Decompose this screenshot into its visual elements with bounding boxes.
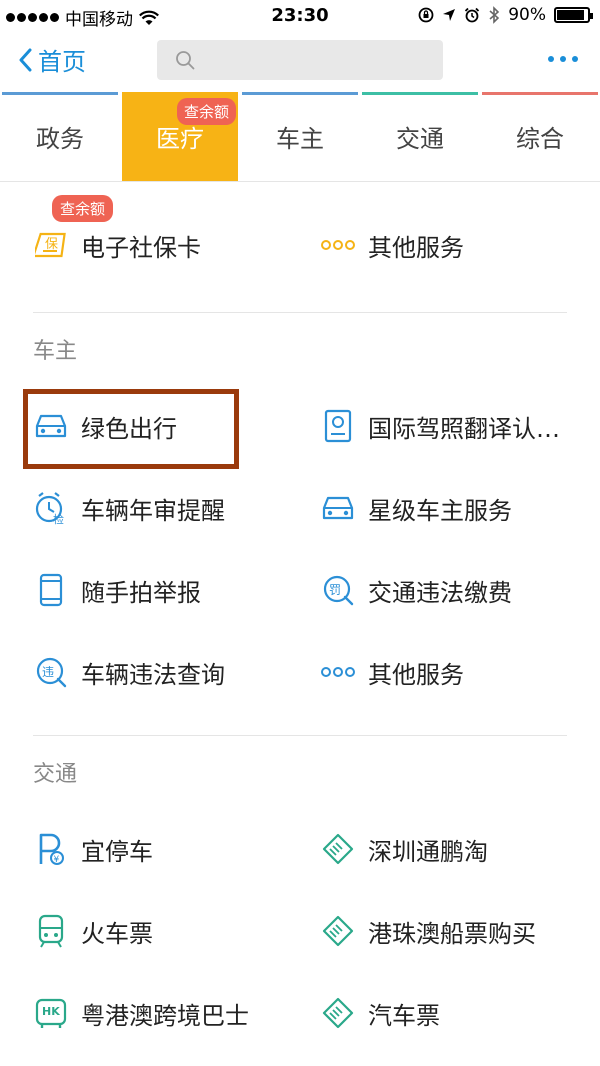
location-arrow-icon bbox=[443, 9, 456, 21]
service-label: 宜停车 bbox=[81, 837, 153, 866]
alarm-clock-icon bbox=[465, 7, 480, 23]
service-label: 深圳通鹏淘 bbox=[368, 837, 488, 866]
ticket-icon bbox=[320, 913, 356, 949]
service-row: ¥ 宜停车 深圳通鹏淘 bbox=[0, 808, 600, 890]
more-dot bbox=[572, 56, 578, 62]
service-label: 车辆违法查询 bbox=[81, 660, 225, 689]
service-other-car[interactable]: 其他服务 bbox=[290, 654, 580, 690]
service-label: 电子社保卡 bbox=[81, 233, 201, 262]
service-label: 交通违法缴费 bbox=[368, 578, 512, 607]
section-title-car-owner: 车主 bbox=[33, 339, 78, 364]
svg-text:¥: ¥ bbox=[54, 855, 60, 865]
tab-top-line bbox=[2, 92, 118, 95]
tab-label: 交通 bbox=[396, 125, 444, 153]
service-social-security-card[interactable]: 查余额 保 电子社保卡 bbox=[0, 195, 290, 263]
car-icon bbox=[320, 490, 356, 526]
chevron-left-icon bbox=[19, 48, 32, 71]
back-button[interactable]: 首页 bbox=[18, 42, 86, 77]
status-bar: 中国移动 23:30 90% bbox=[0, 0, 600, 32]
inspection-clock-icon: 检 bbox=[33, 490, 69, 526]
category-tabs: 政务 查余额 医疗 车主 交通 综合 bbox=[0, 92, 600, 182]
service-label: 粤港澳跨境巴士 bbox=[81, 1001, 249, 1030]
tab-top-line bbox=[362, 92, 478, 95]
ticket-icon bbox=[320, 995, 356, 1031]
service-row: 检 车辆年审提醒 星级车主服务 bbox=[0, 467, 600, 549]
more-services-icon bbox=[320, 654, 356, 690]
service-label: 星级车主服务 bbox=[368, 496, 512, 525]
service-parking[interactable]: ¥ 宜停车 bbox=[0, 831, 290, 867]
service-annual-inspection[interactable]: 检 车辆年审提醒 bbox=[0, 490, 290, 526]
service-row: 违 车辆违法查询 其他服务 bbox=[0, 631, 600, 713]
orientation-lock-icon bbox=[418, 7, 434, 23]
social-security-card-icon: 保 bbox=[33, 227, 69, 263]
service-bus-ticket[interactable]: 汽车票 bbox=[290, 995, 580, 1031]
service-list: 查余额 保 电子社保卡 其他服务 车主 绿色出行 国际驾照翻译认… 检 车辆年审… bbox=[0, 182, 600, 1054]
search-icon bbox=[176, 51, 195, 70]
battery-percent: 90% bbox=[508, 5, 546, 25]
bus-hk-icon: HK bbox=[33, 995, 69, 1031]
svg-text:检: 检 bbox=[53, 512, 64, 525]
more-menu-button[interactable] bbox=[548, 56, 578, 62]
service-star-owner[interactable]: 星级车主服务 bbox=[290, 490, 580, 526]
service-hzm-ferry[interactable]: 港珠澳船票购买 bbox=[290, 913, 580, 949]
service-row: 火车票 港珠澳船票购买 bbox=[0, 890, 600, 972]
service-label: 汽车票 bbox=[368, 1001, 440, 1030]
service-train-ticket[interactable]: 火车票 bbox=[0, 913, 290, 949]
balance-badge: 查余额 bbox=[176, 98, 236, 125]
service-photo-report[interactable]: 随手拍举报 bbox=[0, 572, 290, 608]
nav-bar: 首页 bbox=[0, 32, 600, 92]
tab-traffic[interactable]: 交通 bbox=[360, 92, 480, 181]
service-label: 其他服务 bbox=[368, 233, 464, 262]
license-document-icon bbox=[320, 408, 356, 444]
phone-icon bbox=[33, 572, 69, 608]
more-services-icon bbox=[320, 227, 356, 263]
service-fine-payment[interactable]: 罚 交通违法缴费 bbox=[290, 572, 580, 608]
tab-label: 综合 bbox=[516, 125, 564, 153]
more-dot bbox=[560, 56, 566, 62]
service-label: 其他服务 bbox=[368, 660, 464, 689]
highlight-box bbox=[23, 389, 239, 469]
section-title-traffic: 交通 bbox=[33, 762, 78, 787]
violation-search-icon: 违 bbox=[33, 654, 69, 690]
service-row: 查余额 保 电子社保卡 其他服务 bbox=[0, 195, 600, 286]
back-label: 首页 bbox=[38, 48, 86, 76]
tab-car-owner[interactable]: 车主 bbox=[240, 92, 360, 181]
ticket-icon bbox=[320, 831, 356, 867]
svg-text:违: 违 bbox=[42, 665, 54, 679]
service-violation-search[interactable]: 违 车辆违法查询 bbox=[0, 654, 290, 690]
parking-icon: ¥ bbox=[33, 831, 69, 867]
train-icon bbox=[33, 913, 69, 949]
service-label: 港珠澳船票购买 bbox=[368, 919, 536, 948]
svg-text:罚: 罚 bbox=[329, 583, 341, 597]
tab-government[interactable]: 政务 bbox=[0, 92, 120, 181]
service-label: 国际驾照翻译认… bbox=[368, 414, 560, 443]
service-intl-license[interactable]: 国际驾照翻译认… bbox=[290, 408, 580, 444]
service-label: 车辆年审提醒 bbox=[81, 496, 225, 525]
service-row: HK 粤港澳跨境巴士 汽车票 bbox=[0, 972, 600, 1054]
service-row: 随手拍举报 罚 交通违法缴费 bbox=[0, 549, 600, 631]
tab-general[interactable]: 综合 bbox=[480, 92, 600, 181]
balance-badge: 查余额 bbox=[52, 195, 114, 222]
svg-text:HK: HK bbox=[42, 1005, 60, 1018]
search-input[interactable] bbox=[157, 40, 443, 80]
tab-top-line bbox=[482, 92, 598, 95]
svg-text:保: 保 bbox=[45, 237, 58, 252]
service-shenzhen-tong[interactable]: 深圳通鹏淘 bbox=[290, 831, 580, 867]
service-label: 火车票 bbox=[81, 919, 153, 948]
service-other-medical[interactable]: 其他服务 bbox=[290, 227, 580, 263]
service-cross-border-bus[interactable]: HK 粤港澳跨境巴士 bbox=[0, 995, 290, 1031]
bluetooth-icon bbox=[489, 6, 500, 24]
battery-icon bbox=[554, 7, 593, 23]
tab-top-line bbox=[242, 92, 358, 95]
tab-medical[interactable]: 查余额 医疗 bbox=[122, 92, 238, 181]
more-dot bbox=[548, 56, 554, 62]
tab-label: 车主 bbox=[276, 125, 324, 153]
tab-label: 政务 bbox=[36, 125, 84, 153]
service-label: 随手拍举报 bbox=[81, 578, 201, 607]
fine-payment-icon: 罚 bbox=[320, 572, 356, 608]
